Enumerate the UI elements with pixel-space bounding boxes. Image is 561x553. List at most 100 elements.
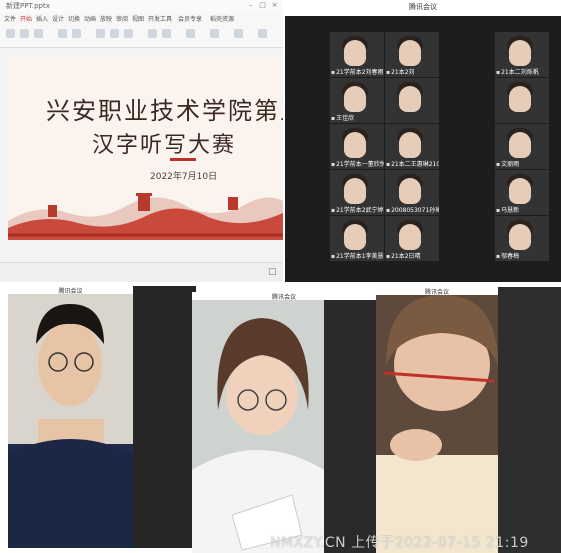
meeting-title: 腾讯会议 xyxy=(409,3,437,11)
slide-canvas[interactable]: 兴安职业技术学院第五 汉字听写大赛 2022年7月10日 xyxy=(8,55,283,240)
participant-face xyxy=(399,132,421,158)
minimize-icon[interactable]: – xyxy=(246,1,255,10)
menu-item[interactable]: 会员专享 xyxy=(178,14,202,23)
picture-icon[interactable] xyxy=(210,29,219,38)
mic-icon: ▪ xyxy=(331,161,336,168)
menu-item[interactable]: 设计 xyxy=(52,14,64,23)
participant-name: ▪21学前本2刘春雨 xyxy=(331,69,384,76)
video-panel-title: 腾讯会议 xyxy=(376,287,498,296)
participant-name: ▪21学前本一董欣悦 xyxy=(331,161,384,168)
maximize-icon[interactable]: □ xyxy=(258,1,267,10)
participant-name: ▪邬春梅 xyxy=(496,253,520,260)
participant-tile[interactable]: ▪21本2日晴 xyxy=(385,216,439,261)
participant-face xyxy=(399,224,421,250)
underline-icon[interactable] xyxy=(124,29,133,38)
arrange-icon[interactable] xyxy=(258,29,267,38)
video-panel-title: 腾讯会议 xyxy=(192,292,376,301)
participant-tile[interactable]: ▪21学前本2武宁婷210... xyxy=(330,170,384,215)
close-icon[interactable]: × xyxy=(270,1,279,10)
menu-item[interactable]: 切换 xyxy=(68,14,80,23)
participant-tile[interactable]: ▪21本二刘烁帆 xyxy=(495,32,549,77)
align-center-icon[interactable] xyxy=(162,29,171,38)
mic-icon: ▪ xyxy=(386,69,391,76)
mic-icon: ▪ xyxy=(496,69,501,76)
menu-item[interactable]: 视图 xyxy=(132,14,144,23)
bold-icon[interactable] xyxy=(96,29,105,38)
comment-icon[interactable]: ▢ xyxy=(268,267,277,277)
participant-tile[interactable]: ▪21本二王惠琳210803... xyxy=(385,124,439,169)
menu-item[interactable]: 开发工具 xyxy=(148,14,172,23)
meeting-window: 腾讯会议 ▪21学前本2刘春雨 ▪21本2刘 ▪21本二刘烁帆 ▪王佳欣 ▪21学前本一… xyxy=(285,0,561,282)
mic-icon: ▪ xyxy=(331,69,336,76)
menu-item-active[interactable]: 开始 xyxy=(20,14,32,23)
participant-face xyxy=(399,86,421,112)
participant-name: ▪21本二王惠琳210803... xyxy=(386,161,439,168)
participant-face xyxy=(509,132,531,158)
cut-icon[interactable] xyxy=(20,29,29,38)
participant-tile[interactable]: ▪21本2刘 xyxy=(385,32,439,77)
ppt-status-bar: ▢ xyxy=(0,262,283,282)
menu-item[interactable]: 放映 xyxy=(100,14,112,23)
participant-tile[interactable]: ▪邬春梅 xyxy=(495,216,549,261)
participant-face xyxy=(509,86,531,112)
participant-tile[interactable]: ▪文丽雨 xyxy=(495,124,549,169)
slide-date: 2022年7月10日 xyxy=(150,172,218,182)
participant-name: ▪21学前本2武宁婷210... xyxy=(331,207,384,214)
great-wall-illustration xyxy=(8,193,283,240)
menu-item[interactable]: 稻壳资源 xyxy=(210,14,234,23)
watermark-text: NMXZY.CN 上传于2022-07-15 21:19 xyxy=(270,535,529,551)
mic-icon: ▪ xyxy=(386,161,391,168)
ppt-titlebar: 新建PPT.pptx – □ × xyxy=(0,0,283,14)
participant-face xyxy=(399,178,421,204)
participant-name: ▪21学前本1李美慧 xyxy=(331,253,384,260)
participant-tile[interactable]: ▪21学前本1李美慧 xyxy=(330,216,384,261)
participant-face xyxy=(344,40,366,66)
video-panel-3[interactable]: 腾讯会议 xyxy=(376,287,561,553)
participant-tile[interactable]: ▪马慧新 xyxy=(495,170,549,215)
black-bar xyxy=(324,300,376,553)
menu-item[interactable]: 插入 xyxy=(36,14,48,23)
participant-face xyxy=(344,178,366,204)
layout-icon[interactable] xyxy=(72,29,81,38)
ppt-window: 新建PPT.pptx – □ × 文件 开始 插入 设计 切换 动画 放映 审阅… xyxy=(0,0,283,282)
participant-name: ▪21本二刘烁帆 xyxy=(496,69,539,76)
participant-name: ▪文丽雨 xyxy=(496,161,520,168)
video-panel-title: 腾讯会议 xyxy=(8,286,133,295)
participant-tile[interactable] xyxy=(385,78,439,123)
ppt-ribbon xyxy=(0,25,283,48)
participant-tile[interactable]: ▪2008053071孙琳欣 xyxy=(385,170,439,215)
slide-accent-bar xyxy=(170,158,196,161)
video-panel-2[interactable]: 腾讯会议 xyxy=(192,292,376,553)
participant-video xyxy=(8,294,133,548)
video-panel-1[interactable]: 腾讯会议 xyxy=(8,286,196,548)
menu-item[interactable]: 审阅 xyxy=(116,14,128,23)
copy-icon[interactable] xyxy=(34,29,43,38)
align-left-icon[interactable] xyxy=(148,29,157,38)
mic-icon: ▪ xyxy=(496,253,501,260)
textbox-icon[interactable] xyxy=(234,29,243,38)
mic-icon: ▪ xyxy=(331,115,336,122)
mic-icon: ▪ xyxy=(331,253,336,260)
participant-face xyxy=(399,40,421,66)
paste-icon[interactable] xyxy=(6,29,15,38)
menu-item[interactable]: 文件 xyxy=(4,14,16,23)
italic-icon[interactable] xyxy=(110,29,119,38)
mic-icon: ▪ xyxy=(496,161,501,168)
participant-tile[interactable] xyxy=(495,78,549,123)
participant-tile[interactable]: ▪王佳欣 xyxy=(330,78,384,123)
ppt-window-title: 新建PPT.pptx xyxy=(6,2,50,10)
slide-title-line2: 汉字听写大赛 xyxy=(92,133,237,158)
participant-tile[interactable]: ▪21学前本一董欣悦 xyxy=(330,124,384,169)
black-bar xyxy=(498,295,561,553)
slide-title-line1: 兴安职业技术学院第五 xyxy=(46,97,283,125)
new-slide-icon[interactable] xyxy=(58,29,67,38)
participant-face xyxy=(344,224,366,250)
menu-item[interactable]: 动画 xyxy=(84,14,96,23)
mic-icon: ▪ xyxy=(386,253,391,260)
participant-tile[interactable]: ▪21学前本2刘春雨 xyxy=(330,32,384,77)
mic-icon: ▪ xyxy=(386,207,391,214)
black-bar xyxy=(133,294,196,548)
shape-icon[interactable] xyxy=(186,29,195,38)
ppt-menu-bar: 文件 开始 插入 设计 切换 动画 放映 审阅 视图 开发工具 会员专享 稻壳资… xyxy=(0,13,283,25)
participant-face xyxy=(509,40,531,66)
